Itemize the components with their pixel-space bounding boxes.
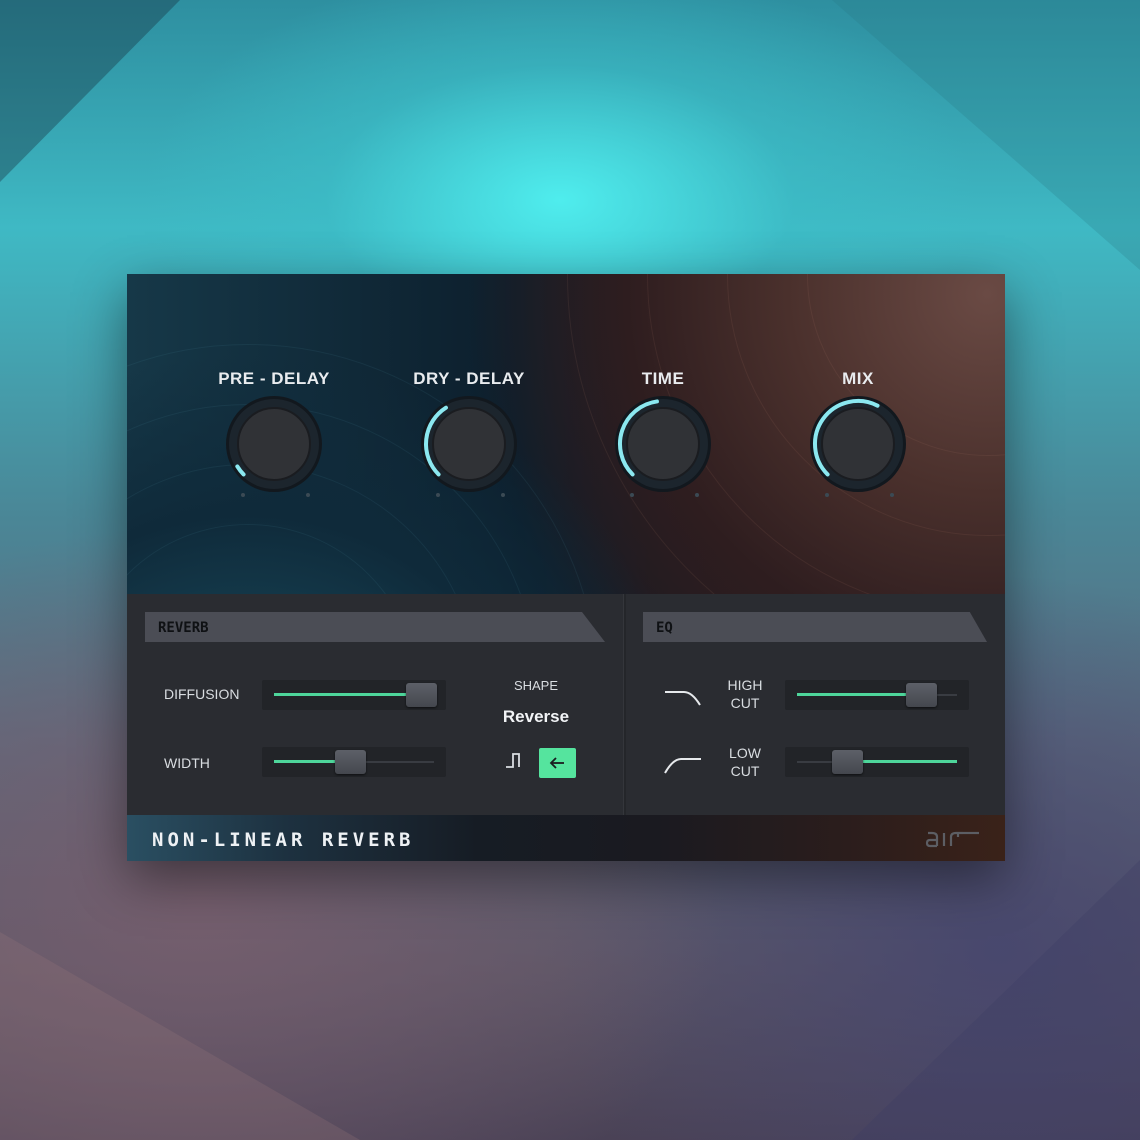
knob-max-marker <box>501 493 505 497</box>
slider-thumb[interactable] <box>335 750 366 774</box>
knob-label: MIX <box>842 369 874 388</box>
slider-thumb[interactable] <box>906 683 937 707</box>
high-cut-label: HIGH CUT <box>717 676 773 712</box>
arrow-left-icon <box>549 757 564 769</box>
knob-cap <box>626 407 700 481</box>
knob-label: DRY - DELAY <box>413 369 525 388</box>
knob-label: TIME <box>641 369 685 388</box>
knob-max-marker <box>306 493 310 497</box>
width-slider[interactable] <box>262 747 446 777</box>
knob-min-marker <box>630 493 634 497</box>
knob-dial[interactable] <box>419 394 519 494</box>
knob-max-marker <box>695 493 699 497</box>
knob-panel: PRE - DELAY DRY - DELAY TIME MIX <box>127 274 1005 594</box>
diffusion-label: DIFFUSION <box>164 686 240 702</box>
plugin-window: PRE - DELAY DRY - DELAY TIME MIX REVERB … <box>127 274 1005 861</box>
shape-label: SHAPE <box>513 678 559 693</box>
knob-cap <box>237 407 311 481</box>
slider-fill <box>860 760 957 763</box>
width-label: WIDTH <box>164 755 210 771</box>
knob-dial[interactable] <box>613 394 713 494</box>
eq-section-header: EQ <box>643 612 987 642</box>
high-cut-slider[interactable] <box>785 680 969 710</box>
reverb-section-title: REVERB <box>158 620 209 636</box>
knob-time[interactable]: TIME <box>563 274 763 594</box>
low-cut-label-line1: LOW <box>729 745 761 761</box>
knob-dry-delay[interactable]: DRY - DELAY <box>369 274 569 594</box>
knob-mix[interactable]: MIX <box>758 274 958 594</box>
air-logo <box>925 831 979 848</box>
low-cut-slider[interactable] <box>785 747 969 777</box>
knob-dial[interactable] <box>224 394 324 494</box>
background-facet <box>0 0 180 182</box>
reverb-section-header: REVERB <box>145 612 605 642</box>
shape-reverse-button[interactable] <box>539 748 576 778</box>
slider-fill <box>274 693 407 696</box>
footer-bar: NON-LINEAR REVERB <box>127 815 1005 861</box>
low-cut-label-line2: CUT <box>730 763 760 779</box>
background-facet <box>852 860 1140 1140</box>
section-divider <box>623 594 626 815</box>
slider-thumb[interactable] <box>406 683 437 707</box>
background-facet <box>0 932 360 1140</box>
knob-cap <box>432 407 506 481</box>
step-pulse-icon <box>506 753 520 768</box>
slider-thumb[interactable] <box>832 750 863 774</box>
knob-cap <box>821 407 895 481</box>
slider-fill <box>797 693 907 696</box>
knob-min-marker <box>436 493 440 497</box>
controls-panel: REVERB DIFFUSION WIDTH SHAPE Reverse EQ … <box>127 594 1005 815</box>
knob-label: PRE - DELAY <box>218 369 330 388</box>
slider-fill <box>274 760 336 763</box>
background-facet <box>832 0 1140 270</box>
knob-min-marker <box>825 493 829 497</box>
knob-max-marker <box>890 493 894 497</box>
knob-pre-delay[interactable]: PRE - DELAY <box>174 274 374 594</box>
knob-min-marker <box>241 493 245 497</box>
product-name: NON-LINEAR REVERB <box>152 829 415 851</box>
low-cut-curve-icon <box>664 758 701 774</box>
knob-dial[interactable] <box>808 394 908 494</box>
high-cut-curve-icon <box>665 691 701 706</box>
high-cut-label-line2: CUT <box>730 695 760 711</box>
low-cut-label: LOW CUT <box>717 744 773 780</box>
diffusion-slider[interactable] <box>262 680 446 710</box>
high-cut-label-line1: HIGH <box>727 677 763 693</box>
shape-value: Reverse <box>502 707 570 726</box>
shape-normal-button[interactable] <box>504 747 526 773</box>
eq-section-title: EQ <box>656 620 673 636</box>
